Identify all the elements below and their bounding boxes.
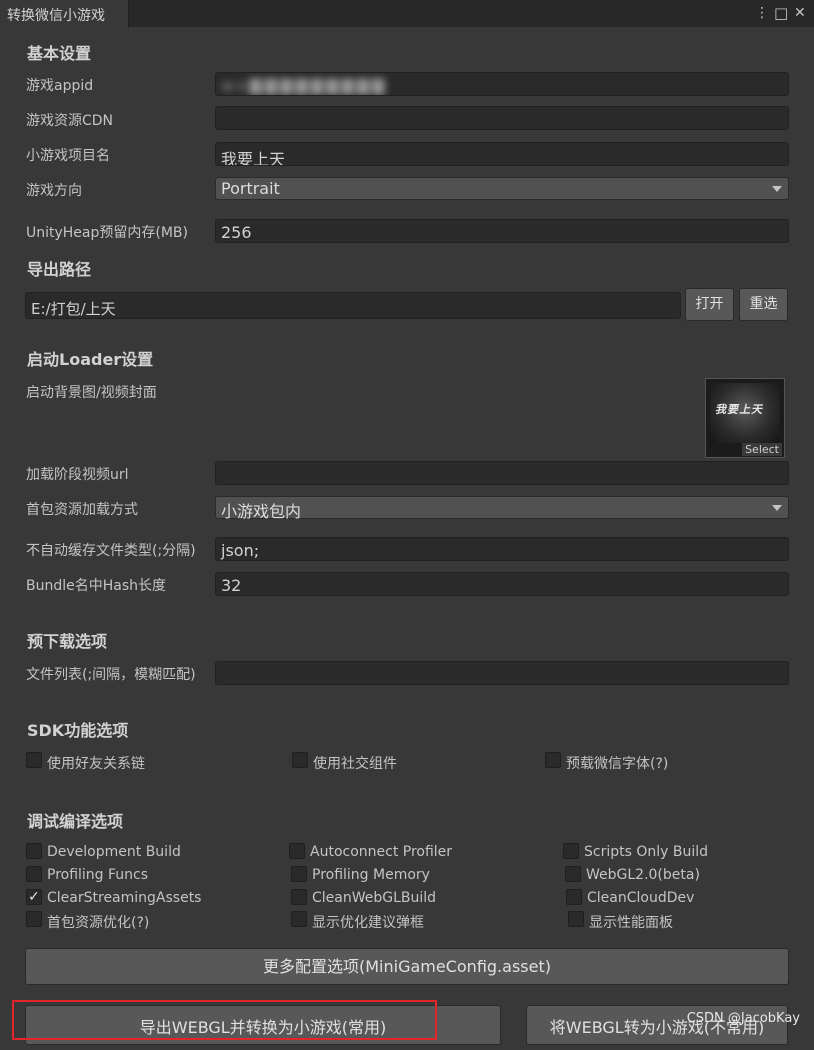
background-image-picker[interactable]: 我要上天 Select (705, 378, 785, 458)
show-optimize-dialog-label: 显示优化建议弹框 (312, 915, 424, 931)
cdn-field[interactable] (215, 106, 789, 130)
preload-file-list-label: 文件列表(;间隔，模糊匹配) (26, 667, 196, 683)
sdk-option-checkbox[interactable] (545, 752, 561, 768)
debug-option-checkbox[interactable] (289, 843, 305, 859)
appid-label: 游戏appid (26, 78, 94, 94)
sdk-option-checkbox[interactable] (292, 752, 308, 768)
debug-option-checkbox[interactable] (291, 911, 307, 927)
maximize-icon[interactable]: □ (774, 4, 788, 22)
appid-field[interactable]: wx▇▇▇▇▇▇▇▇▇ (215, 72, 789, 96)
clear-streaming-assets-label: ClearStreamingAssets (47, 890, 202, 906)
debug-option-checkbox[interactable] (566, 889, 582, 905)
open-button[interactable]: 打开 (685, 288, 734, 321)
export-path-field[interactable]: E:/打包/上天 (25, 292, 681, 319)
section-title-sdk: SDK功能选项 (27, 721, 129, 740)
sdk-option-checkbox[interactable] (26, 752, 42, 768)
project-name-field[interactable]: 我要上天 (215, 142, 789, 166)
watermark-text: CSDN @JacobKay (686, 1011, 800, 1026)
sdk-option-social-component-label: 使用社交组件 (313, 756, 397, 772)
debug-option-checkbox-checked[interactable]: ✓ (26, 889, 42, 905)
scripts-only-build-label: Scripts Only Build (584, 844, 709, 860)
cdn-label: 游戏资源CDN (26, 113, 114, 129)
section-title-export: 导出路径 (27, 260, 92, 279)
load-mode-label: 首包资源加载方式 (26, 502, 138, 518)
section-title-basic: 基本设置 (27, 44, 92, 63)
checkmark-icon: ✓ (28, 889, 40, 905)
sdk-option-friend-relation-label: 使用好友关系链 (47, 756, 145, 772)
appid-value-redacted: wx▇▇▇▇▇▇▇▇▇ (221, 76, 388, 95)
profiling-memory-label: Profiling Memory (312, 867, 430, 883)
orientation-label: 游戏方向 (26, 183, 82, 199)
section-title-debug: 调试编译选项 (27, 812, 124, 831)
highlight-box (12, 1000, 437, 1040)
load-mode-dropdown[interactable]: 小游戏包内 (215, 496, 789, 521)
debug-option-checkbox[interactable] (26, 911, 42, 927)
clean-webgl-build-label: CleanWebGLBuild (312, 890, 437, 906)
thumbnail-game-logo: 我要上天 (714, 403, 766, 416)
loading-video-url-field[interactable] (215, 461, 789, 485)
autoconnect-profiler-label: Autoconnect Profiler (310, 844, 453, 860)
debug-option-checkbox[interactable] (565, 866, 581, 882)
reselect-button[interactable]: 重选 (739, 288, 788, 321)
heap-field[interactable]: 256 (215, 219, 789, 243)
close-icon[interactable]: ✕ (794, 4, 806, 22)
loading-video-url-label: 加载阶段视频url (26, 467, 129, 483)
window-tab-bar: 转换微信小游戏 ⋮ □ ✕ (0, 0, 814, 28)
sdk-option-preload-font-label: 预载微信字体(?) (566, 756, 669, 772)
no-cache-types-label: 不自动缓存文件类型(;分隔) (26, 543, 196, 559)
window-tab[interactable]: 转换微信小游戏 (0, 0, 129, 28)
clean-cloud-dev-label: CleanCloudDev (587, 890, 695, 906)
profiling-funcs-label: Profiling Funcs (47, 867, 149, 883)
preload-file-list-field[interactable] (215, 661, 789, 685)
section-title-loader: 启动Loader设置 (27, 350, 154, 369)
bundle-hash-length-field[interactable]: 32 (215, 572, 789, 596)
first-package-optimize-label: 首包资源优化(?) (47, 915, 150, 931)
webgl2-beta-label: WebGL2.0(beta) (586, 867, 700, 883)
thumbnail-select-label[interactable]: Select (742, 443, 782, 456)
no-cache-types-field[interactable]: json; (215, 537, 789, 561)
show-performance-panel-label: 显示性能面板 (589, 915, 673, 931)
debug-option-checkbox[interactable] (291, 866, 307, 882)
background-image-label: 启动背景图/视频封面 (26, 385, 157, 401)
debug-option-checkbox[interactable] (568, 911, 584, 927)
debug-option-checkbox[interactable] (563, 843, 579, 859)
load-mode-value: 小游戏包内 (221, 502, 302, 521)
dropdown-arrow-icon (772, 186, 782, 192)
project-name-label: 小游戏项目名 (26, 148, 110, 164)
orientation-dropdown[interactable]: Portrait (215, 177, 789, 200)
heap-label: UnityHeap预留内存(MB) (26, 225, 188, 241)
section-title-preload: 预下载选项 (27, 632, 108, 651)
bundle-hash-length-label: Bundle名中Hash长度 (26, 578, 167, 594)
dropdown-arrow-icon (772, 505, 782, 511)
development-build-label: Development Build (47, 844, 181, 860)
menu-kebab-icon[interactable]: ⋮ (755, 4, 769, 22)
more-config-button[interactable]: 更多配置选项(MiniGameConfig.asset) (25, 948, 789, 985)
debug-option-checkbox[interactable] (291, 889, 307, 905)
debug-option-checkbox[interactable] (26, 843, 42, 859)
debug-option-checkbox[interactable] (26, 866, 42, 882)
window-tab-title: 转换微信小游戏 (7, 8, 105, 24)
orientation-value: Portrait (221, 179, 280, 198)
